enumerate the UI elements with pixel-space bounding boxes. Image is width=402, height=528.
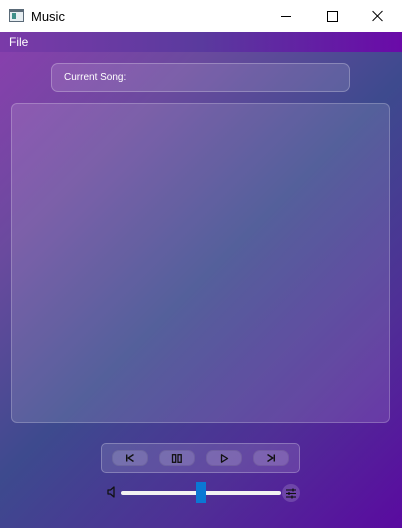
volume-slider-handle[interactable]: [196, 482, 206, 503]
play-icon: [220, 453, 228, 463]
playlist-panel[interactable]: [11, 103, 390, 423]
next-button[interactable]: [253, 450, 289, 466]
equalizer-button[interactable]: [282, 484, 300, 502]
minimize-icon: [281, 15, 291, 17]
previous-button[interactable]: [112, 450, 148, 466]
play-button[interactable]: [206, 450, 242, 466]
maximize-icon: [326, 10, 338, 22]
client-area: File Current Song:: [0, 32, 402, 528]
close-button[interactable]: [355, 0, 401, 32]
volume-row: [0, 480, 402, 510]
playback-controls: [101, 443, 300, 473]
pause-button[interactable]: [159, 450, 195, 466]
current-song-label: Current Song:: [64, 72, 127, 83]
speaker-mute-icon[interactable]: [106, 485, 120, 499]
menu-bar: File: [0, 32, 402, 52]
music-window: Music File Current Song:: [0, 0, 402, 528]
skip-next-icon: [267, 454, 275, 462]
skip-previous-icon: [126, 454, 134, 462]
menu-file[interactable]: File: [9, 35, 28, 49]
minimize-button[interactable]: [263, 0, 309, 32]
equalizer-icon: [286, 488, 296, 498]
close-icon: [372, 10, 384, 22]
window-title: Music: [31, 9, 65, 24]
pause-icon: [171, 453, 182, 463]
music-app-icon: [9, 9, 24, 22]
current-song-panel: Current Song:: [51, 63, 350, 92]
maximize-button[interactable]: [309, 0, 355, 32]
title-bar: Music: [0, 0, 402, 32]
